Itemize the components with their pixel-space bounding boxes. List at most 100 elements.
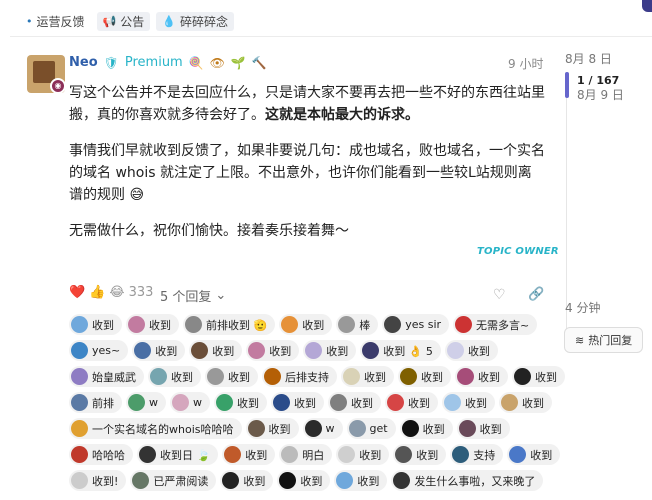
reply-chip[interactable]: 收到 [220, 470, 274, 491]
reply-chip[interactable]: 一个实名域名的whois哈哈哈 [69, 418, 242, 439]
reply-chip[interactable]: 收到 [455, 366, 508, 387]
shield-icon: 🛡 [103, 55, 119, 70]
avatar [71, 420, 88, 437]
reply-chip[interactable]: 前排收到 🫡 [183, 314, 276, 335]
reply-chip[interactable]: 收到 [499, 392, 552, 413]
reply-chip[interactable]: w [126, 392, 166, 413]
reactions[interactable]: ❤️ 👍 😂 333 [69, 285, 153, 300]
author-name[interactable]: Neo [69, 55, 98, 70]
reply-chip[interactable]: 收到 [328, 392, 381, 413]
reply-text: 收到 [408, 396, 430, 410]
reply-chip[interactable]: 收到 [277, 470, 331, 491]
category-announcement[interactable]: 📢 公告 [96, 12, 151, 31]
like-button[interactable]: ♡ [493, 287, 506, 303]
reply-chip[interactable]: yes sir [382, 314, 450, 335]
flair-icon: ◉ [50, 78, 66, 94]
tag-chitchat[interactable]: 💧 碎碎碎念 [156, 12, 234, 31]
reply-text: w [149, 396, 158, 409]
eye-icon: 👁 [209, 55, 225, 70]
replies-toggle[interactable]: 5 个回复 ⌄ [160, 286, 226, 305]
reply-chip[interactable]: 收到 [132, 340, 186, 361]
reply-chip[interactable]: 后排支持 [262, 366, 337, 387]
avatar [458, 420, 476, 437]
reply-chip[interactable]: 收到 [341, 366, 394, 387]
reply-text: 已严肃阅读 [153, 474, 209, 488]
avatar [172, 394, 189, 411]
layers-icon: ≋ [575, 333, 585, 347]
avatar [139, 446, 156, 463]
reply-chip[interactable]: 收到 [148, 366, 201, 387]
reply-chip[interactable]: 收到 [246, 340, 300, 361]
reply-text: get [369, 422, 388, 435]
avatar [338, 316, 356, 333]
avatar [207, 368, 224, 385]
avatar [395, 446, 413, 463]
timeline: 8月 8 日 1 / 167 8月 9 日 4 分钟 [565, 50, 624, 348]
reply-chip[interactable]: 收到 [399, 418, 453, 439]
reply-chip[interactable]: 收到 [336, 444, 390, 465]
reply-chip[interactable]: 前排 [69, 392, 122, 413]
reply-chip[interactable]: 收到 [214, 392, 267, 413]
reply-text: 发生什么事啦，又来晚了 [414, 474, 536, 488]
reply-chip[interactable]: w [170, 392, 210, 413]
link-icon[interactable]: 🔗 [528, 287, 544, 302]
reply-chip[interactable]: 收到 [334, 470, 388, 491]
post-author: Neo 🛡 Premium 🍭 👁 🌱 🔨 [69, 55, 267, 70]
reply-text: 前排 [92, 396, 114, 410]
chevron-down-icon: ⌄ [215, 288, 227, 303]
reply-chip[interactable]: 棒 [336, 314, 379, 335]
avatar [71, 446, 88, 463]
reply-chip[interactable]: 收到! [69, 470, 127, 491]
post-time[interactable]: 9 小时 [508, 55, 543, 72]
reply-chip[interactable]: 收到 [303, 340, 357, 361]
reply-chip[interactable]: 收到 👌 5 [360, 340, 441, 361]
reply-chip[interactable]: 已严肃阅读 [130, 470, 217, 491]
avatar [514, 368, 531, 385]
reply-text: 收到 [530, 448, 553, 462]
reply-chip[interactable]: 收到 [189, 340, 243, 361]
avatar [304, 420, 322, 437]
avatar [400, 368, 417, 385]
badge-icon: 🍭 [188, 55, 204, 70]
reply-chip[interactable]: 无需多言~ [453, 314, 538, 335]
reply-chip[interactable]: 收到 [69, 314, 122, 335]
reply-chip[interactable]: get [346, 418, 396, 439]
reply-chip[interactable]: 收到 [271, 392, 324, 413]
reply-text: 收到 [522, 396, 544, 410]
reply-chip[interactable]: 始皇威武 [69, 366, 144, 387]
reply-chip[interactable]: 收到 [512, 366, 565, 387]
timeline-start-date[interactable]: 8月 8 日 [565, 50, 612, 67]
reply-chip[interactable]: w [302, 418, 343, 439]
post-body: 写这个公告并不是去回应什么，只是请大家不要再去把一些不好的东西往站里搬，真的你喜… [69, 82, 545, 256]
reply-chip[interactable]: 收到 [126, 314, 179, 335]
category-feedback[interactable]: • 运营反馈 [20, 12, 91, 31]
timeline-end-date[interactable]: 4 分钟 [565, 299, 600, 316]
reply-chip[interactable]: 发生什么事啦，又来晚了 [391, 470, 544, 491]
reply-chip[interactable]: 收到 [442, 392, 495, 413]
reply-chip[interactable]: 收到 [507, 444, 561, 465]
avatar [71, 316, 88, 333]
avatar [71, 394, 88, 411]
avatar [455, 316, 473, 333]
reply-chip[interactable]: yes~ [69, 340, 129, 361]
reply-chip[interactable]: 收到 [444, 340, 498, 361]
avatar [457, 368, 474, 385]
avatar [336, 472, 354, 489]
avatar [216, 394, 233, 411]
reply-chip[interactable]: 收到 [245, 418, 299, 439]
reply-chip[interactable]: 收到日 🍃 [137, 444, 219, 465]
reply-chip[interactable]: 收到 [393, 444, 447, 465]
laugh-icon: 😂 [109, 285, 125, 300]
reply-chip[interactable]: 支持 [450, 444, 504, 465]
avatar [224, 446, 242, 463]
reply-chip[interactable]: 收到 [205, 366, 258, 387]
timeline-handle[interactable] [565, 72, 569, 98]
reply-chip[interactable]: 明白 [279, 444, 333, 465]
reply-chip[interactable]: 收到 [456, 418, 510, 439]
reply-chip[interactable]: 收到 [385, 392, 438, 413]
reply-chip[interactable]: 收到 [398, 366, 451, 387]
reply-chip[interactable]: 哈哈哈 [69, 444, 133, 465]
reply-chip[interactable]: 收到 [279, 314, 333, 335]
reply-chip[interactable]: 收到 [222, 444, 276, 465]
hot-replies-button[interactable]: ≋ 热门回复 [564, 327, 644, 353]
